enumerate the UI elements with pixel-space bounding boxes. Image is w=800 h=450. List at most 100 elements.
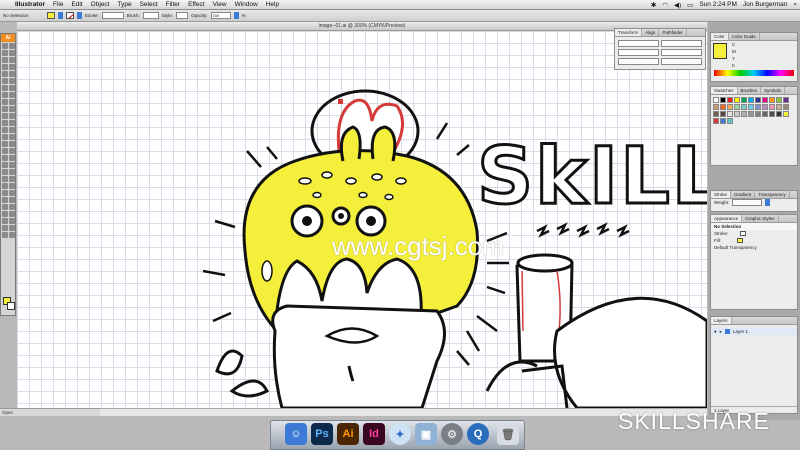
shear-field[interactable] [661,58,702,65]
tool-button[interactable] [2,64,8,70]
menu-select[interactable]: Select [136,1,162,8]
artwork[interactable]: SkILL [17,31,707,408]
tool-button[interactable] [2,106,8,112]
y-field[interactable] [618,49,659,56]
tool-button[interactable] [9,106,15,112]
tab-color[interactable]: Color [711,33,729,40]
swatch[interactable] [741,111,747,117]
bluetooth-icon[interactable]: ✱ [648,1,659,9]
tool-button[interactable] [9,99,15,105]
indesign-icon[interactable]: Id [363,423,385,445]
swatch[interactable] [734,111,740,117]
brush-field[interactable] [142,12,159,19]
swatch[interactable] [748,97,754,103]
battery-icon[interactable]: ▭ [684,1,696,9]
swatch[interactable] [776,111,782,117]
trash-icon[interactable]: 🗑 [497,423,519,445]
stroke-dropdown[interactable] [76,12,82,19]
tab-gradient[interactable]: Gradient [731,191,756,198]
swatch[interactable] [734,97,740,103]
tool-button[interactable] [9,113,15,119]
swatch[interactable] [713,97,719,103]
swatch[interactable] [755,97,761,103]
swatch[interactable] [748,111,754,117]
eye-icon[interactable]: ● [714,328,717,335]
swatch[interactable] [783,111,789,117]
swatch[interactable] [727,111,733,117]
tool-button[interactable] [2,162,8,168]
tab-transform[interactable]: Transform [615,29,643,36]
tool-button[interactable] [9,190,15,196]
tool-button[interactable] [2,190,8,196]
tool-button[interactable] [2,134,8,140]
swatch[interactable] [769,111,775,117]
tool-button[interactable] [9,232,15,238]
swatch[interactable] [720,97,726,103]
tab-symbols[interactable]: Symbols [761,87,786,94]
tool-button[interactable] [9,183,15,189]
tool-button[interactable] [9,43,15,49]
system-preferences-icon[interactable]: ⚙ [441,423,463,445]
menu-effect[interactable]: Effect [184,1,209,8]
tool-button[interactable] [9,127,15,133]
swatch[interactable] [713,118,719,124]
tool-button[interactable] [2,113,8,119]
swatch[interactable] [713,104,719,110]
tool-button[interactable] [2,148,8,154]
swatch[interactable] [741,97,747,103]
stroke-color-box[interactable] [7,302,15,310]
tool-button[interactable] [2,155,8,161]
swatch[interactable] [720,104,726,110]
menu-help[interactable]: Help [262,1,283,8]
tool-button[interactable] [2,232,8,238]
appearance-stroke-swatch[interactable] [740,231,747,236]
menu-edit[interactable]: Edit [67,1,86,8]
tool-button[interactable] [9,204,15,210]
preview-icon[interactable]: ▣ [415,423,437,445]
swatch[interactable] [783,97,789,103]
width-field[interactable] [661,40,702,47]
tool-button[interactable] [2,176,8,182]
tool-button[interactable] [9,155,15,161]
status-bar[interactable]: Open [0,408,100,416]
anchor-point[interactable] [338,99,343,104]
swatch[interactable] [776,104,782,110]
tool-button[interactable] [2,57,8,63]
swatch[interactable] [720,111,726,117]
head-ear-left[interactable] [339,125,362,162]
tool-button[interactable] [9,169,15,175]
tab-layers[interactable]: Layers [711,317,732,324]
tool-button[interactable] [2,50,8,56]
tool-button[interactable] [9,64,15,70]
swatch[interactable] [727,118,733,124]
swatch[interactable] [783,104,789,110]
menu-view[interactable]: View [209,1,231,8]
tool-button[interactable] [2,183,8,189]
tool-button[interactable] [2,211,8,217]
swatch[interactable] [727,104,733,110]
opacity-field[interactable]: 100 [210,12,231,19]
tool-button[interactable] [9,50,15,56]
menu-type[interactable]: Type [113,1,135,8]
menu-file[interactable]: File [49,1,67,8]
tab-graphic-styles[interactable]: Graphic Styles [742,215,779,222]
menu-object[interactable]: Object [87,1,114,8]
tool-button[interactable] [2,127,8,133]
tab-align[interactable]: Align [642,29,660,36]
tool-button[interactable] [9,57,15,63]
clock[interactable]: Sun 2:24 PM [696,1,740,8]
user-name[interactable]: Jon Burgerman [740,1,790,8]
swatch[interactable] [713,111,719,117]
height-field[interactable] [661,49,702,56]
swatch[interactable] [734,104,740,110]
tool-button[interactable] [9,71,15,77]
quicktime-icon[interactable]: Q [467,423,489,445]
menu-filter[interactable]: Filter [162,1,184,8]
tool-button[interactable] [9,78,15,84]
tool-button[interactable] [2,92,8,98]
appearance-fill-swatch[interactable] [737,238,743,243]
tab-color-guide[interactable]: Color Guide [729,33,760,40]
tool-button[interactable] [9,120,15,126]
swatch[interactable] [741,104,747,110]
tab-appearance[interactable]: Appearance [711,215,743,222]
